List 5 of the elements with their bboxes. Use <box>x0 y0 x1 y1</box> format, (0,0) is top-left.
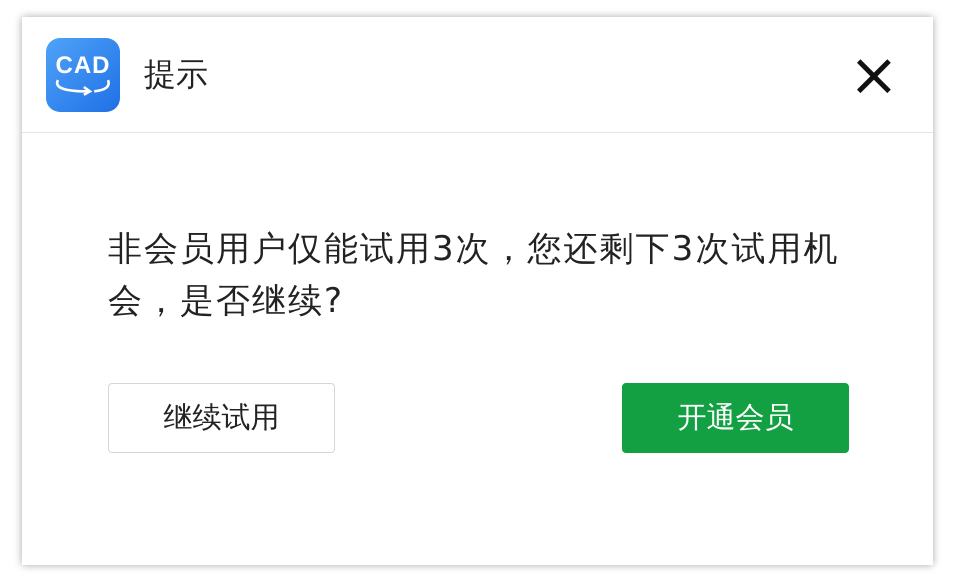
continue-button[interactable]: 继续试用 <box>108 383 335 453</box>
message-text: 非会员用户仅能试用3次，您还剩下3次试用机会，是否继续? <box>108 228 840 323</box>
close-button[interactable]: × <box>844 44 903 104</box>
app-logo: CAD <box>46 38 120 112</box>
dialog-title: 提示 <box>144 54 209 94</box>
